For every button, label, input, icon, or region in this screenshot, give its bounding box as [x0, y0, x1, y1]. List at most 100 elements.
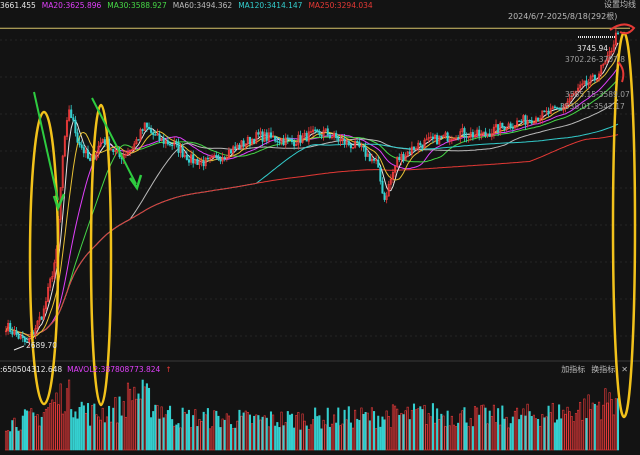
volume-bar [225, 413, 228, 451]
candle [49, 277, 52, 292]
volume-tool-button[interactable]: 换指标 [591, 365, 615, 374]
volume-bar [555, 419, 559, 451]
volume-bar [553, 422, 556, 451]
volume-bar [322, 419, 325, 451]
candle [204, 157, 207, 169]
volume-bar [293, 427, 296, 451]
volume-bar [579, 401, 582, 451]
candle [263, 129, 266, 143]
volume-bar [516, 407, 519, 451]
candle [553, 104, 556, 110]
chart-grid [0, 27, 640, 362]
ma-legend-item: MA250:3294.034 [308, 1, 373, 10]
candle-body [187, 159, 191, 163]
volume-bar [28, 411, 31, 451]
candle-body [543, 110, 546, 113]
volume-bar [261, 416, 264, 451]
volume-bar [49, 403, 52, 451]
volume-bar [288, 414, 291, 451]
volume-bar [385, 410, 388, 451]
volume-bar [427, 413, 430, 451]
candle [171, 143, 174, 150]
candle [36, 320, 39, 330]
volume-bar [421, 409, 424, 451]
candle [194, 158, 197, 165]
volume-bar [89, 425, 92, 451]
volume-bar [202, 411, 205, 451]
candle-body [488, 133, 491, 137]
volume-bar [192, 415, 195, 451]
candle-body [103, 139, 106, 145]
candle-body [379, 167, 382, 182]
candle-body [335, 132, 338, 139]
volume-bar [177, 423, 180, 451]
volume-bar [486, 423, 489, 451]
volume-bar [160, 406, 163, 451]
candle [593, 74, 596, 83]
volume-bar [55, 392, 58, 451]
arrow-down-icon [33, 91, 59, 201]
volume-bar [490, 416, 493, 451]
high-price-label: 3745.94 [577, 44, 609, 53]
candle [343, 133, 346, 148]
candle [217, 154, 220, 161]
candle [177, 138, 180, 157]
candle [110, 148, 113, 151]
volume-bar [356, 418, 359, 451]
volume-tool-button[interactable]: 加指标 [561, 365, 585, 374]
candle-body [347, 140, 350, 146]
volume-bar [7, 430, 10, 451]
volume-bar [185, 413, 188, 451]
candle [446, 131, 449, 143]
candle-body [520, 120, 523, 123]
volume-bar [145, 383, 148, 451]
candle [385, 191, 388, 204]
volume-bar [173, 425, 176, 451]
candle-body [234, 146, 237, 149]
volume-bar [162, 417, 165, 451]
candle [74, 115, 77, 137]
volume-bar [234, 427, 237, 451]
candle-body [501, 122, 504, 127]
volume-bar [419, 406, 422, 451]
candle-body [21, 335, 24, 338]
volume-bar [391, 404, 395, 451]
candle-body [150, 128, 153, 133]
volume-legend-item: :650504312.648 [0, 365, 63, 374]
candle [312, 125, 315, 137]
candle-body [185, 154, 188, 160]
candle [368, 152, 371, 162]
candle [141, 128, 144, 135]
volume-bar [316, 416, 319, 451]
candle-body [421, 144, 424, 149]
volume-bar [196, 426, 199, 451]
volume-bar [480, 405, 483, 451]
candle-body [86, 150, 90, 159]
candle-body [616, 32, 620, 35]
volume-bar [265, 417, 268, 451]
candle [284, 133, 287, 149]
candle-body [503, 126, 506, 131]
candle [591, 73, 594, 80]
volume-tools: 加指标 换指标 ✕ [555, 364, 628, 375]
volume-bar [23, 409, 26, 451]
volume-bar [530, 416, 533, 451]
volume-bar [229, 424, 233, 451]
candle [261, 129, 264, 147]
candle-body [192, 154, 195, 164]
volume-bar [137, 393, 140, 451]
candle-body [398, 156, 401, 161]
candle [494, 119, 498, 133]
candle-body [181, 146, 184, 157]
candle [137, 139, 140, 141]
candle-body [530, 120, 533, 124]
volume-bar [103, 422, 106, 451]
candle-body [74, 119, 77, 134]
volume-bar [564, 413, 567, 451]
volume-bar [190, 427, 193, 451]
candle-body [484, 131, 487, 136]
volume-bar [511, 416, 514, 451]
volume-bar [608, 392, 611, 451]
close-icon[interactable]: ✕ [621, 365, 628, 374]
settings-button[interactable]: 设置均线 [604, 0, 636, 10]
